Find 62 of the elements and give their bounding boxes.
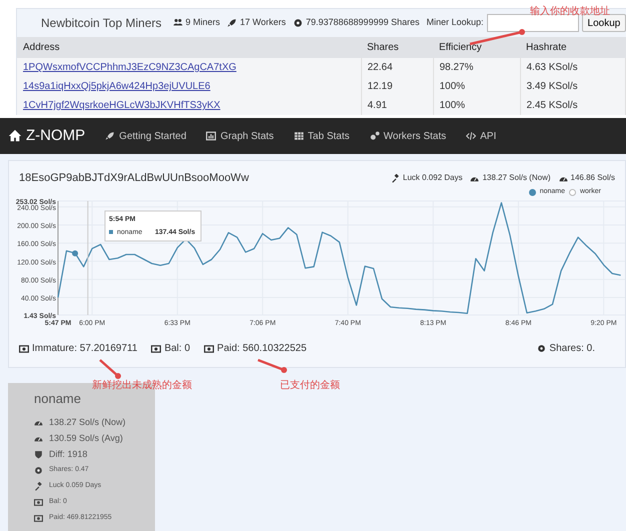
stat-text: Bal: 0 — [164, 342, 190, 356]
table-cell: 4.91 — [361, 96, 433, 115]
lookup-label: Miner Lookup: — [426, 16, 484, 30]
nav-link[interactable]: Workers Stats — [384, 128, 446, 144]
brand-text[interactable]: Z-NOMP — [26, 124, 86, 148]
lookup-button[interactable]: Lookup — [582, 14, 626, 32]
gavel-icon — [34, 482, 43, 491]
nav-link[interactable]: Tab Stats — [308, 128, 350, 144]
annotation-arrow — [99, 359, 121, 379]
money-icon — [151, 344, 162, 354]
stat-text: Paid: 560.10322525 — [217, 342, 307, 356]
nav-link[interactable]: API — [480, 128, 496, 144]
table-icon — [294, 131, 304, 141]
gear-icon — [537, 344, 546, 353]
stat-text: 79.93788688999999 Shares — [306, 16, 420, 30]
stat-text: 130.59 Sol/s (Avg) — [49, 432, 123, 445]
column-header: Shares — [361, 37, 433, 58]
column-header: Hashrate — [520, 37, 626, 58]
stat-text: 9 Miners — [186, 16, 220, 30]
worker-name: noname — [34, 390, 82, 408]
table-cell: 100% — [433, 77, 520, 96]
miner-address: 18EsoGP9abBJTdX9rALdBwUUnBsooMooWw — [19, 170, 250, 186]
stat-text: 146.86 Sol/s — [570, 172, 615, 184]
stat-text: Immature: 57.20169711 — [32, 342, 138, 356]
lookup-field[interactable] — [486, 14, 579, 32]
table-cell: 2.45 KSol/s — [520, 96, 626, 115]
stat-text: Shares: 0. — [549, 342, 595, 356]
gear-icon — [34, 466, 43, 475]
annotation-text: 已支付的金额 — [280, 378, 340, 393]
nav-link[interactable]: Graph Stats — [220, 128, 274, 144]
hover-point — [72, 250, 78, 256]
money-icon — [34, 498, 43, 507]
annotation-text: 新鲜挖出未成熟的金额 — [92, 378, 192, 393]
table-cell: 22.64 — [361, 58, 433, 77]
stat-text: 17 Workers — [240, 16, 286, 30]
stat-text: 138.27 Sol/s (Now) — [49, 416, 126, 429]
stat-text: Diff: 1918 — [49, 448, 88, 461]
legend-dot[interactable] — [528, 188, 536, 196]
money-icon — [34, 514, 43, 523]
gear-icon — [292, 18, 303, 28]
money-icon — [19, 344, 29, 354]
users-icon — [172, 18, 182, 28]
column-header: Address — [17, 37, 361, 58]
table-cell: 4.63 KSol/s — [520, 58, 626, 77]
shield-icon — [34, 450, 43, 459]
stat-text: 138.27 Sol/s (Now) — [482, 172, 551, 184]
panel-title: Newbitcoin Top Miners — [41, 15, 162, 32]
table-cell: 100% — [433, 96, 520, 115]
annotation-arrow — [258, 358, 287, 373]
money-icon — [204, 344, 214, 354]
gavel-icon — [390, 174, 400, 182]
code-icon — [466, 131, 476, 141]
column-header: Efficiency — [433, 37, 520, 58]
chart-icon — [206, 131, 216, 141]
table-cell: 98.27% — [433, 58, 520, 77]
home-icon — [8, 129, 22, 143]
series-marker — [109, 230, 113, 234]
table-cell: 3.49 KSol/s — [520, 77, 626, 96]
stat-text: Luck 0.092 Days — [402, 172, 462, 184]
nav-link[interactable]: Getting Started — [119, 128, 186, 144]
table-cell: 12.19 — [361, 77, 433, 96]
legend-dot[interactable] — [568, 188, 576, 196]
